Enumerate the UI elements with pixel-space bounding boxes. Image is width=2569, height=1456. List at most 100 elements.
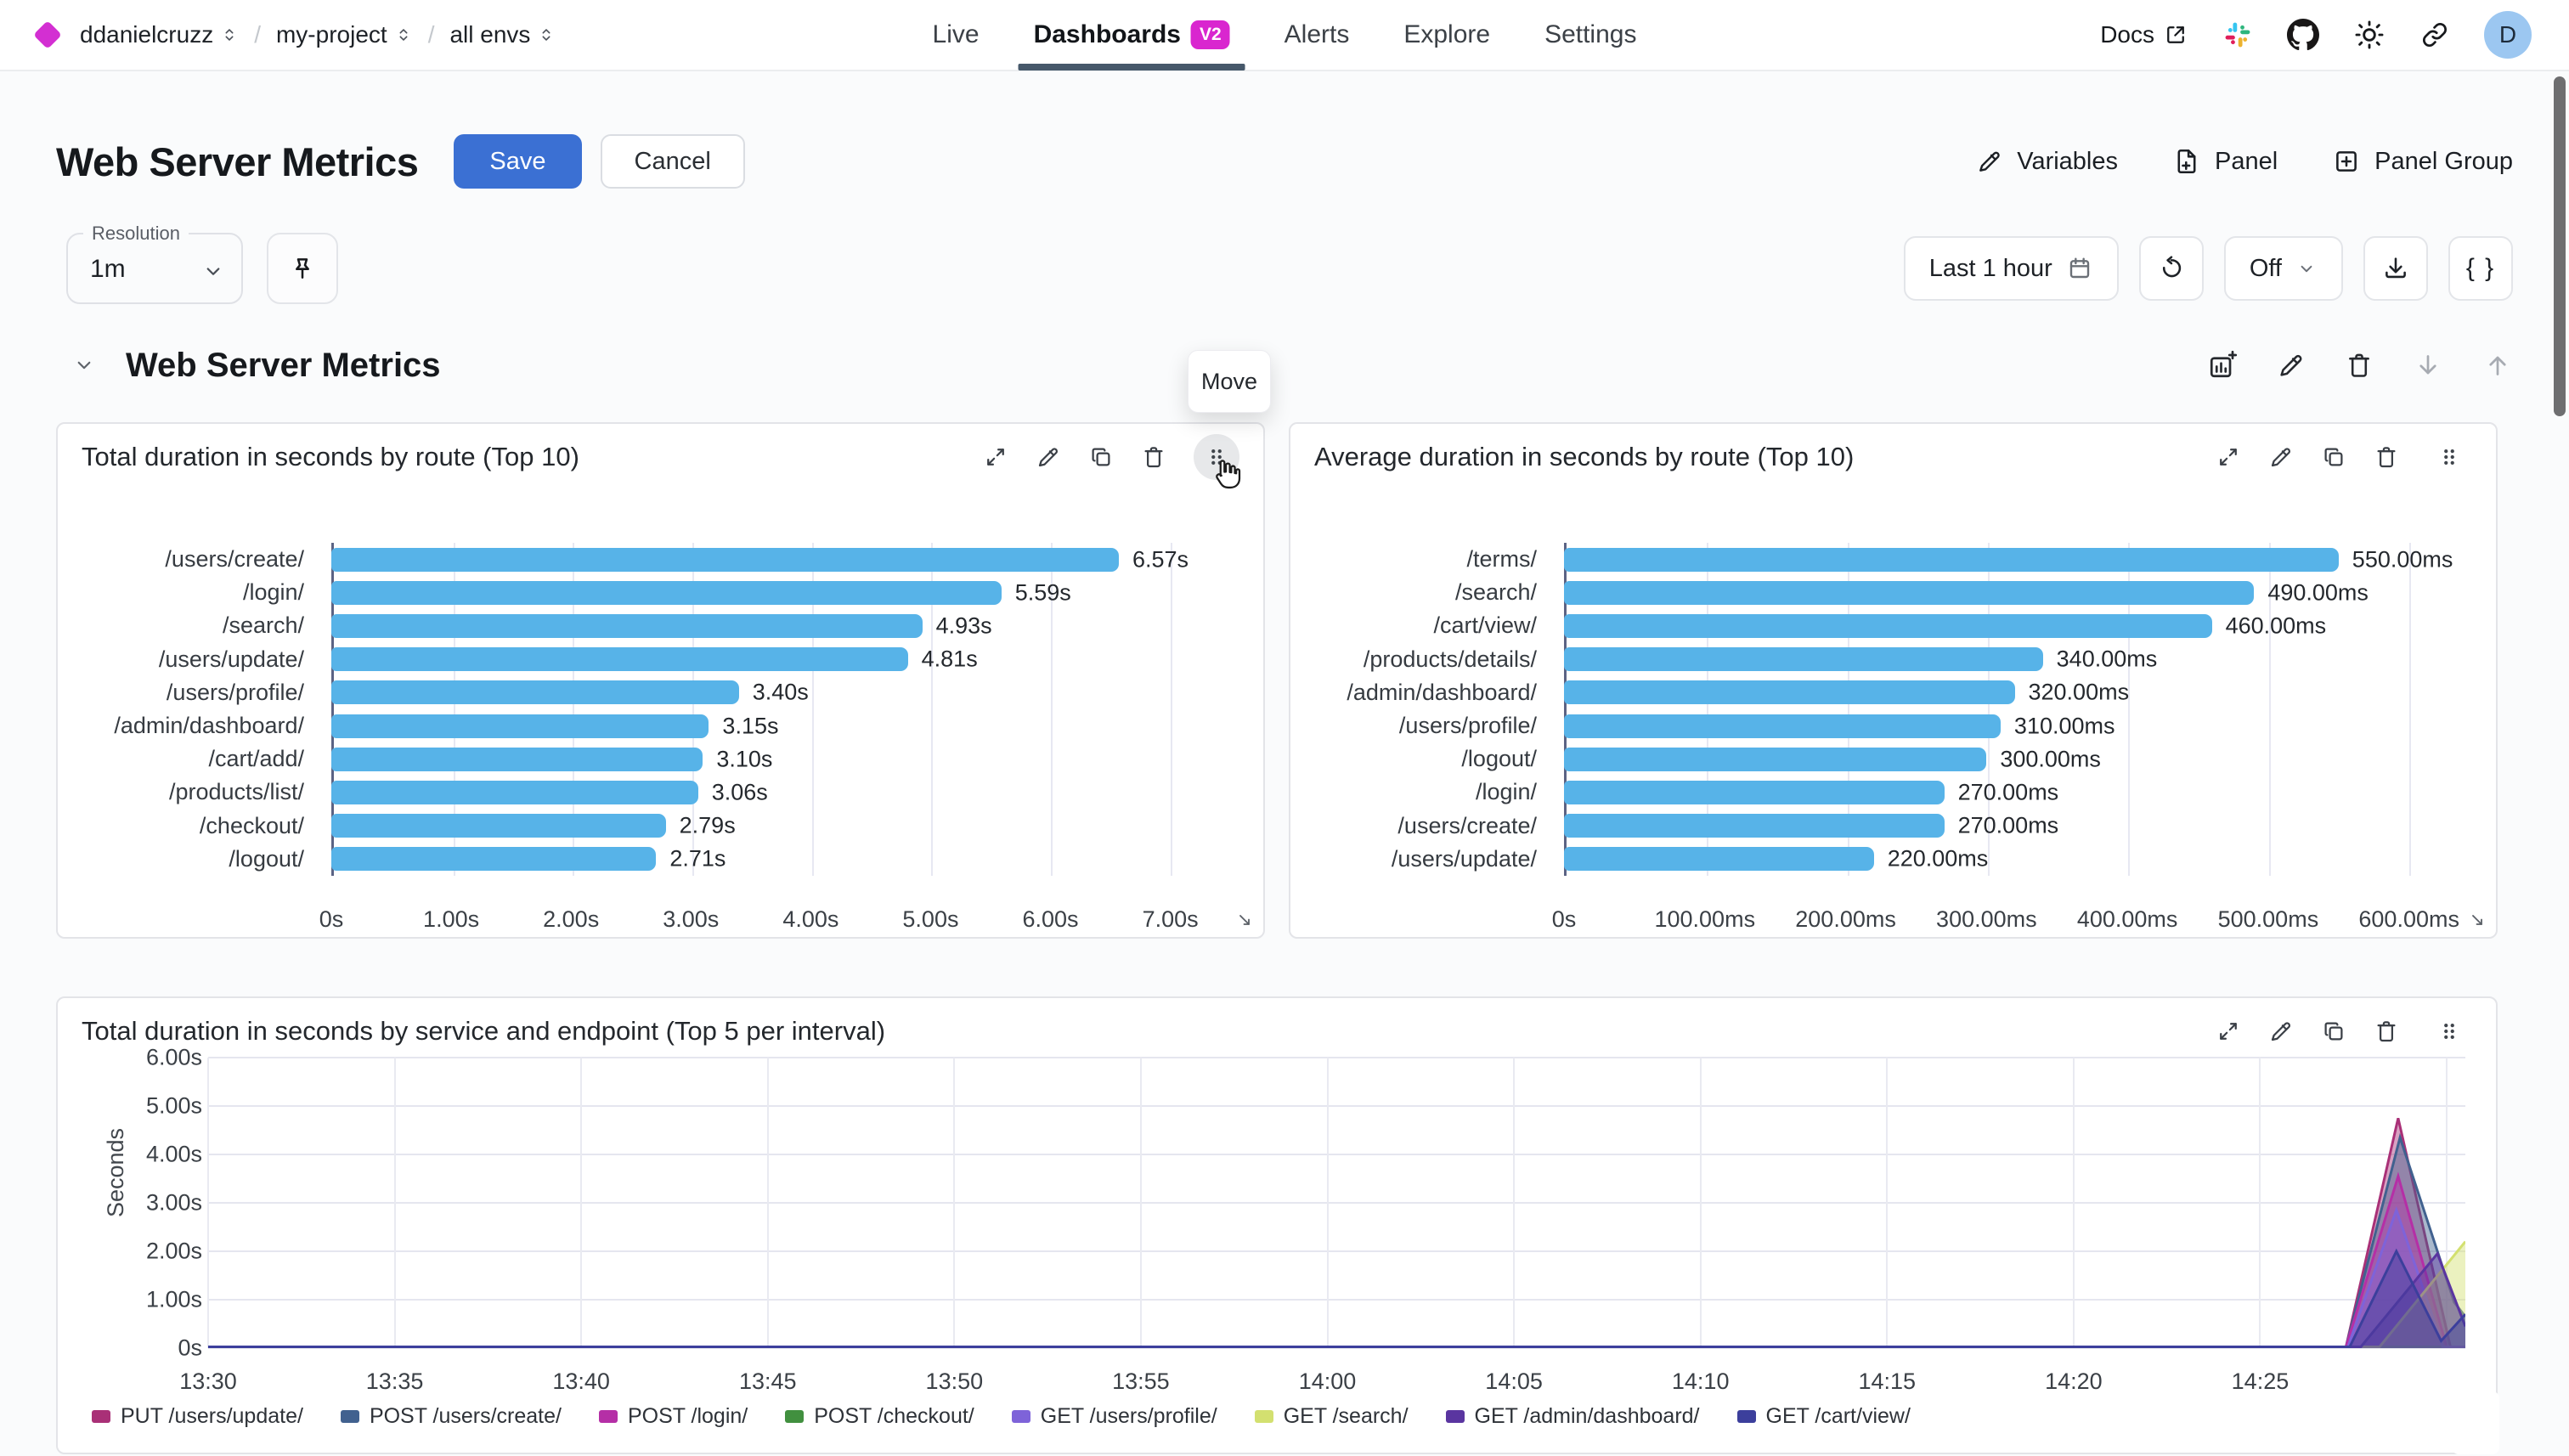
bar[interactable] <box>331 814 666 838</box>
duplicate-panel-icon[interactable] <box>2321 1019 2346 1044</box>
slack-icon[interactable] <box>2222 20 2253 50</box>
bar-value-label: 6.57s <box>1132 546 1189 573</box>
bar[interactable] <box>331 714 709 738</box>
area-fill <box>208 1177 2465 1348</box>
save-button[interactable]: Save <box>454 134 581 189</box>
nav-tab-settings[interactable]: Settings <box>1544 0 1636 71</box>
bar-track: 270.00ms <box>1564 814 2465 838</box>
breadcrumb-item-all-envs[interactable]: all envs <box>449 21 556 48</box>
expand-icon[interactable] <box>2216 1019 2241 1044</box>
bar-category-label: /products/list/ <box>88 779 318 805</box>
time-range-label: Last 1 hour <box>1929 255 2052 283</box>
bar[interactable] <box>1564 748 1986 771</box>
legend-item[interactable]: GET /admin/dashboard/ <box>1446 1404 1700 1429</box>
nav-tab-label: Dashboards <box>1034 20 1181 49</box>
legend-item[interactable]: GET /search/ <box>1255 1404 1409 1429</box>
bar[interactable] <box>1564 680 2015 704</box>
variables-button[interactable]: Variables <box>1976 148 2118 176</box>
chevrons-updown-icon <box>220 25 239 44</box>
bar[interactable] <box>331 847 656 871</box>
bar-category-label: /users/profile/ <box>88 680 318 706</box>
duplicate-panel-icon[interactable] <box>2321 444 2346 470</box>
x-tick-label: 0s <box>319 906 344 933</box>
legend-item[interactable]: POST /users/create/ <box>341 1404 562 1429</box>
bar[interactable] <box>1564 714 2001 738</box>
drag-handle[interactable] <box>2426 434 2472 480</box>
legend-item[interactable]: POST /login/ <box>599 1404 748 1429</box>
bar[interactable] <box>331 614 923 638</box>
expand-icon[interactable] <box>983 444 1008 470</box>
share-link-icon[interactable] <box>2419 20 2450 50</box>
nav-tab-dashboards[interactable]: DashboardsV2 <box>1034 0 1230 71</box>
toolbar-right: Last 1 hour Off { } <box>1904 236 2513 301</box>
delete-panel-icon[interactable] <box>2374 1019 2399 1044</box>
bar-category-label: /logout/ <box>1321 746 1550 772</box>
resize-corner-icon[interactable] <box>1234 910 1255 930</box>
duplicate-panel-icon[interactable] <box>1088 444 1114 470</box>
bar-category-label: /users/update/ <box>1321 846 1550 872</box>
expand-icon[interactable] <box>2216 444 2241 470</box>
bar[interactable] <box>1564 847 1874 871</box>
pin-button[interactable] <box>267 233 338 304</box>
download-button[interactable] <box>2363 236 2428 301</box>
legend-label: GET /admin/dashboard/ <box>1475 1404 1700 1429</box>
edit-panel-icon[interactable] <box>2268 444 2294 470</box>
bar[interactable] <box>1564 814 1945 838</box>
docs-link[interactable]: Docs <box>2100 21 2188 48</box>
delete-panel-icon[interactable] <box>1141 444 1166 470</box>
bar[interactable] <box>1564 581 2254 605</box>
resolution-select[interactable]: Resolution 1m <box>66 233 243 304</box>
breadcrumb-item-my-project[interactable]: my-project <box>276 21 413 48</box>
github-icon[interactable] <box>2287 19 2319 51</box>
move-up-icon[interactable] <box>2482 350 2513 381</box>
resize-corner-icon[interactable] <box>2467 910 2487 930</box>
drag-handle[interactable] <box>1194 434 1239 480</box>
legend-label: PUT /users/update/ <box>121 1404 303 1429</box>
brand-logo-icon[interactable] <box>33 20 62 49</box>
area-fill <box>208 1211 2465 1349</box>
refresh-button[interactable] <box>2139 236 2204 301</box>
collapse-caret-icon[interactable] <box>71 353 97 378</box>
bar[interactable] <box>331 781 698 804</box>
bar[interactable] <box>1564 647 2043 671</box>
drag-handle[interactable] <box>2426 1008 2472 1054</box>
add-panel-group-button[interactable]: Panel Group <box>2332 147 2513 176</box>
bar[interactable] <box>331 748 703 771</box>
edit-panel-icon[interactable] <box>2268 1019 2294 1044</box>
move-down-icon[interactable] <box>2413 350 2443 381</box>
avatar[interactable]: D <box>2484 11 2532 59</box>
delete-section-icon[interactable] <box>2345 351 2374 380</box>
theme-sun-icon[interactable] <box>2353 19 2386 51</box>
vertical-scrollbar[interactable] <box>2554 76 2566 416</box>
legend-item[interactable]: GET /cart/view/ <box>1737 1404 1911 1429</box>
nav-tab-alerts[interactable]: Alerts <box>1284 0 1350 71</box>
panel-title: Total duration in seconds by route (Top … <box>82 442 579 472</box>
edit-section-icon[interactable] <box>2277 351 2306 380</box>
bar[interactable] <box>331 548 1119 572</box>
breadcrumb-item-ddanielcruzz[interactable]: ddanielcruzz <box>80 21 239 48</box>
bar[interactable] <box>331 680 739 704</box>
json-braces-button[interactable]: { } <box>2448 236 2513 301</box>
bar[interactable] <box>1564 781 1945 804</box>
external-link-icon <box>2163 22 2188 48</box>
add-chart-icon[interactable] <box>2207 350 2238 381</box>
bar[interactable] <box>331 581 1002 605</box>
delete-panel-icon[interactable] <box>2374 444 2399 470</box>
bar[interactable] <box>1564 548 2339 572</box>
nav-tab-live[interactable]: Live <box>933 0 980 71</box>
edit-panel-icon[interactable] <box>1036 444 1061 470</box>
bar-track: 3.15s <box>331 714 1233 738</box>
legend-item[interactable]: POST /checkout/ <box>785 1404 974 1429</box>
nav-tab-explore[interactable]: Explore <box>1403 0 1490 71</box>
area-fill <box>208 1254 2465 1348</box>
add-panel-button[interactable]: Panel <box>2172 147 2278 176</box>
bar[interactable] <box>1564 614 2212 638</box>
legend-item[interactable]: PUT /users/update/ <box>92 1404 303 1429</box>
bar[interactable] <box>331 647 908 671</box>
legend-item[interactable]: GET /users/profile/ <box>1012 1404 1217 1429</box>
cancel-button[interactable]: Cancel <box>601 134 745 189</box>
time-range-button[interactable]: Last 1 hour <box>1904 236 2119 301</box>
hand-cursor-icon <box>1207 456 1243 492</box>
auto-refresh-select[interactable]: Off <box>2224 236 2343 301</box>
bar-value-label: 3.10s <box>716 746 772 772</box>
